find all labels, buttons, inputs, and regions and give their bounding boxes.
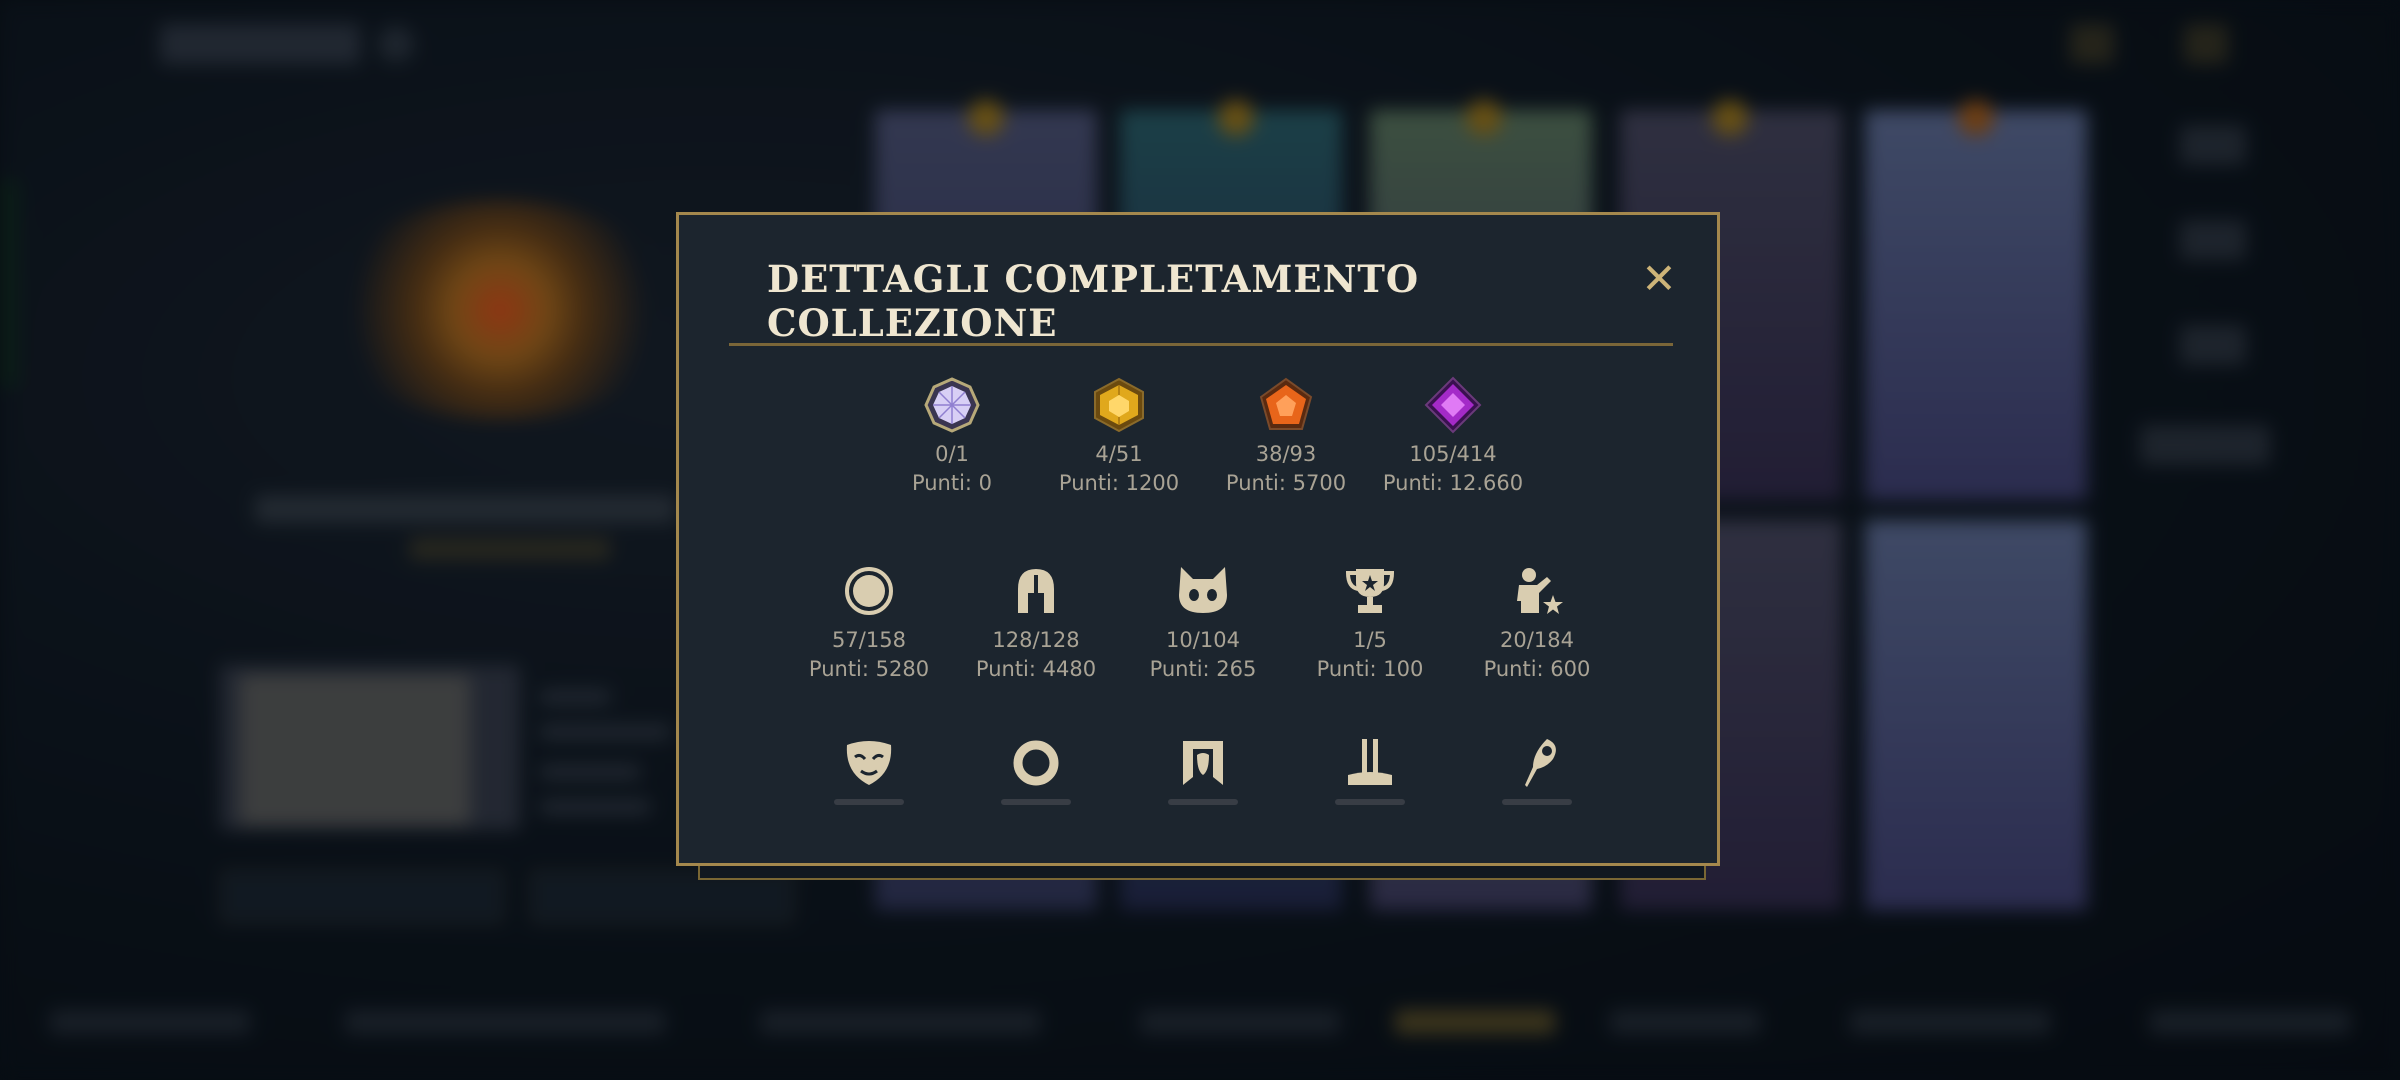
circle-icon [845, 567, 893, 615]
rarity-points: Punti: 5700 [1225, 471, 1347, 495]
category-stat: 57/158 Punti: 5280 [789, 561, 949, 684]
category-stat: 128/128 Punti: 4480 [956, 561, 1116, 684]
rarity-count: 0/1 [935, 442, 969, 466]
category-label-faded [1335, 799, 1405, 805]
category-stat: 10/104 Punti: 265 [1123, 561, 1283, 684]
rarity-stat: 4/51 Punti: 1200 [1039, 375, 1199, 498]
rarity-stat: 38/93 Punti: 5700 [1206, 375, 1366, 498]
rarity-stat: 105/414 Punti: 12.660 [1373, 375, 1533, 498]
rarity-count: 105/414 [1409, 442, 1497, 466]
category-count: 20/184 [1500, 628, 1574, 652]
banner-icon [1183, 741, 1223, 785]
category-stat [1123, 733, 1283, 805]
helmet-icon [1018, 569, 1054, 613]
rarity-count: 38/93 [1255, 442, 1317, 466]
category-count: 1/5 [1353, 628, 1387, 652]
dialog-title: DETTAGLI COMPLETAMENTO COLLEZIONE [767, 257, 1420, 345]
title-divider [729, 343, 1673, 346]
rarity-points: Punti: 12.660 [1382, 471, 1524, 495]
gold-gem-icon [1094, 377, 1144, 433]
category-stat [1457, 733, 1617, 805]
category-points: Punti: 600 [1483, 657, 1591, 681]
category-count: 10/104 [1166, 628, 1240, 652]
orange-gem-icon [1259, 377, 1313, 430]
mask-icon [846, 741, 892, 785]
white-gem-icon [924, 377, 980, 433]
rarity-points: Punti: 1200 [1058, 471, 1180, 495]
close-button[interactable]: ✕ [1637, 257, 1681, 301]
category-count: 128/128 [992, 628, 1080, 652]
category-label-faded [1001, 799, 1071, 805]
purple-gem-icon [1424, 376, 1482, 434]
rarity-count: 4/51 [1095, 442, 1143, 466]
category-stat [789, 733, 949, 805]
trophy-icon [1345, 569, 1395, 613]
emote-icon [1517, 568, 1563, 614]
rarity-stat: 0/1 Punti: 0 [872, 375, 1032, 498]
category-points: Punti: 5280 [808, 657, 930, 681]
category-count: 57/158 [832, 628, 906, 652]
rarity-points: Punti: 0 [911, 471, 993, 495]
category-stat [956, 733, 1116, 805]
ring-icon [1013, 740, 1059, 786]
category-stat: 20/184 Punti: 600 [1457, 561, 1617, 684]
category-stat [1290, 733, 1450, 805]
category-points: Punti: 100 [1316, 657, 1424, 681]
category-stat: 1/5 Punti: 100 [1290, 561, 1450, 684]
pillar-icon [1348, 739, 1392, 785]
category-points: Punti: 4480 [975, 657, 1097, 681]
quill-icon [1525, 739, 1556, 787]
category-label-faded [1168, 799, 1238, 805]
category-points: Punti: 265 [1149, 657, 1257, 681]
category-label-faded [1502, 799, 1572, 805]
category-label-faded [834, 799, 904, 805]
creature-icon [1179, 567, 1227, 613]
collection-details-dialog: DETTAGLI COMPLETAMENTO COLLEZIONE ✕ 0/1 … [676, 212, 1720, 866]
